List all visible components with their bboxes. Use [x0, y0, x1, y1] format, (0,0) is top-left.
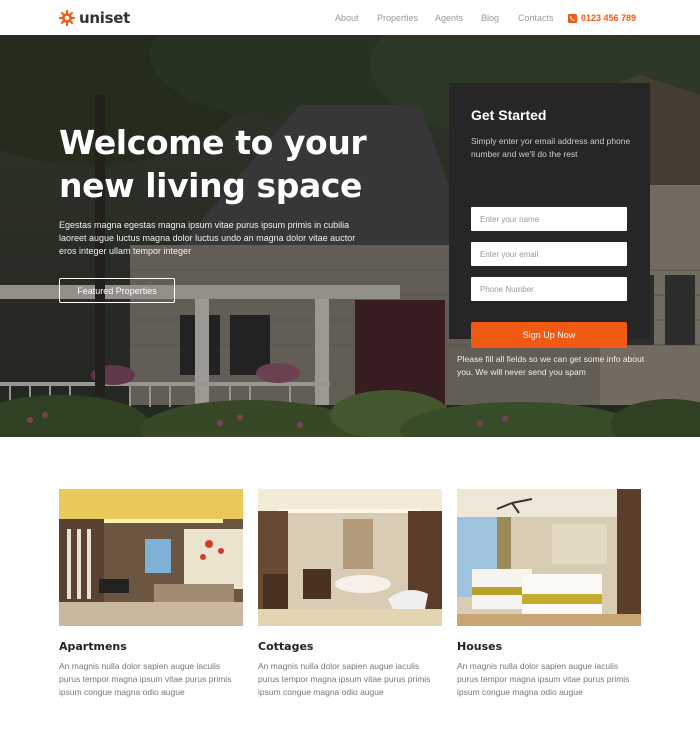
nav-link-blog[interactable]: Blog	[481, 11, 499, 25]
property-card-cottages[interactable]: Cottages An magnis nulla dolor sapien au…	[258, 489, 442, 697]
property-card-apartments[interactable]: Apartmens An magnis nulla dolor sapien a…	[59, 489, 243, 697]
signup-description: Simply enter yor email address and phone…	[471, 136, 631, 159]
house-bedroom-image[interactable]	[457, 489, 641, 626]
phone-link[interactable]: 0123 456 789	[568, 11, 636, 25]
card-text-apartments: An magnis nulla dolor sapien augue iacul…	[59, 661, 232, 697]
card-text-cottages: An magnis nulla dolor sapien augue iacul…	[258, 661, 431, 697]
hero-section: Welcome to your new living space Egestas…	[0, 35, 700, 437]
email-input[interactable]	[471, 242, 627, 266]
signup-form-card: Get Started Simply enter yor email addre…	[449, 83, 650, 348]
property-card-houses[interactable]: Houses An magnis nulla dolor sapien augu…	[457, 489, 641, 697]
card-title-apartments[interactable]: Apartmens	[59, 640, 127, 653]
phone-input[interactable]	[471, 277, 627, 301]
card-text-houses: An magnis nulla dolor sapien augue iacul…	[457, 661, 630, 697]
apartment-interior-image[interactable]	[59, 489, 243, 626]
card-title-houses[interactable]: Houses	[457, 640, 502, 653]
cottage-bathroom-image[interactable]	[258, 489, 442, 626]
signup-title: Get Started	[471, 107, 547, 123]
nav-link-contacts[interactable]: Contacts	[518, 11, 554, 25]
hero-title: Welcome to your new living space	[59, 123, 367, 205]
hero-description: Egestas magna egestas magna ipsum vitae …	[59, 220, 356, 256]
sign-up-button[interactable]: Sign Up Now	[471, 322, 627, 348]
featured-properties-button[interactable]: Featured Properties	[59, 278, 175, 303]
signup-note: Please fill all fields so we can get som…	[457, 354, 645, 377]
phone-number: 0123 456 789	[581, 13, 637, 23]
nav-link-properties[interactable]: Properties	[377, 11, 418, 25]
nav-link-about[interactable]: About	[335, 11, 359, 25]
name-input[interactable]	[471, 207, 627, 231]
top-navbar: uniset About Properties Agents Blog Cont…	[0, 0, 700, 35]
nav-link-agents[interactable]: Agents	[435, 11, 463, 25]
card-title-cottages[interactable]: Cottages	[258, 640, 313, 653]
phone-icon	[568, 13, 577, 23]
